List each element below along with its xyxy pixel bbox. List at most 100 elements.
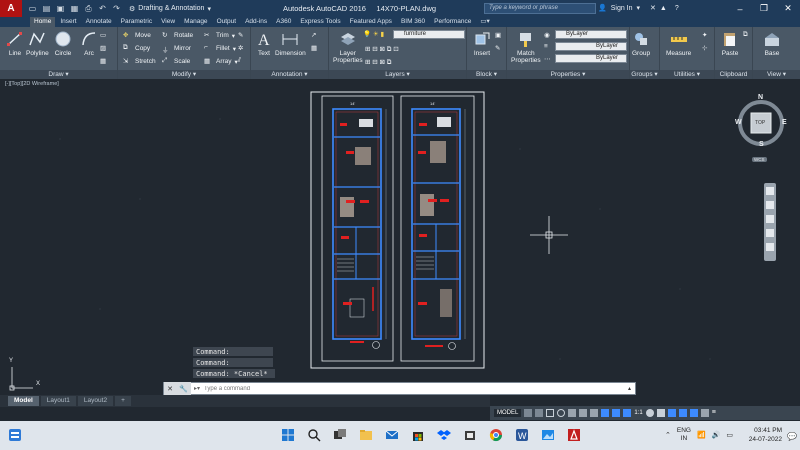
circle-button[interactable]: Circle (54, 30, 72, 57)
save-icon[interactable]: ▣ (56, 4, 65, 13)
panel-label-utilities[interactable]: Utilities ▾ (660, 70, 714, 79)
undo-icon[interactable]: ↶ (98, 4, 107, 13)
tab-manage[interactable]: Manage (180, 17, 212, 27)
dimension-button[interactable]: Dimension (275, 30, 306, 57)
copy-button[interactable]: ⧉ Copy (123, 44, 150, 53)
layer-properties-button[interactable]: Layer Properties (333, 30, 363, 64)
open-file-icon[interactable]: ▤ (42, 4, 51, 13)
file-explorer-icon[interactable] (359, 428, 373, 442)
onedrive-icon[interactable] (463, 428, 477, 442)
copy-clip-icon[interactable]: ⧉ (743, 31, 748, 39)
speaker-icon[interactable]: 🔊 (712, 431, 721, 439)
a360-icon[interactable]: ▲ (660, 5, 667, 12)
clean-screen-icon[interactable] (700, 409, 709, 417)
panel-label-clipboard[interactable]: Clipboard (715, 70, 752, 79)
tab-output[interactable]: Output (213, 17, 241, 27)
dropbox-icon[interactable] (437, 428, 451, 442)
steering-wheel-icon[interactable] (766, 187, 774, 195)
tab-performance[interactable]: Performance (430, 17, 475, 27)
new-file-icon[interactable]: ▭ (28, 4, 37, 13)
panel-label-groups[interactable]: Groups ▾ (630, 70, 659, 79)
windows-start-icon[interactable] (281, 428, 295, 442)
fillet-button[interactable]: ⌐ Fillet ▾ (204, 44, 236, 53)
wifi-icon[interactable]: 📶 (697, 431, 706, 439)
restore-button[interactable]: ❐ (752, 0, 776, 17)
pan-icon[interactable] (766, 201, 774, 209)
tab-layout2[interactable]: Layout2 (77, 396, 114, 406)
lineweight-toggle-icon[interactable] (590, 409, 599, 417)
compass-east[interactable]: E (782, 119, 787, 126)
wcs-menu[interactable]: WCS (752, 157, 767, 162)
scale-button[interactable]: ⤢ Scale (162, 57, 190, 66)
panel-label-draw[interactable]: Draw ▾ (0, 70, 117, 79)
plus-icon[interactable] (656, 409, 665, 417)
battery-icon[interactable]: ▭ (726, 431, 733, 439)
panel-label-layers[interactable]: Layers ▾ (329, 70, 466, 79)
sign-in-button[interactable]: 👤 Sign In ▾ ✕ ▲ ? (598, 4, 679, 13)
rectangle-icon[interactable]: ▭ (100, 31, 106, 39)
close-icon[interactable]: ✕ (167, 385, 173, 393)
command-history-toggle-icon[interactable]: ▴ (628, 385, 631, 392)
tab-parametric[interactable]: Parametric (117, 17, 156, 27)
lineweight-dropdown[interactable]: ByLayer (555, 42, 627, 51)
save-as-icon[interactable]: ▦ (70, 4, 79, 13)
layer-dropdown[interactable]: furniture (393, 30, 465, 39)
ortho-icon[interactable] (546, 409, 555, 417)
edit-block-icon[interactable]: ✎ (495, 44, 500, 52)
isolate-icon[interactable] (678, 409, 687, 417)
word-icon[interactable]: W (515, 428, 529, 442)
erase-icon[interactable]: ✎ (238, 31, 243, 39)
autocad-taskbar-icon[interactable] (567, 428, 581, 442)
search-input[interactable]: Type a keyword or phrase (484, 3, 596, 14)
tab-express-tools[interactable]: Express Tools (296, 17, 344, 27)
selection-cycling-icon[interactable] (612, 409, 621, 417)
text-button[interactable]: A Text (255, 30, 273, 57)
panel-label-annotation[interactable]: Annotation ▾ (251, 70, 328, 79)
mail-icon[interactable] (385, 428, 399, 442)
base-button[interactable]: Base (763, 30, 781, 57)
compass-north[interactable]: N (758, 94, 763, 101)
ribbon-minimize-icon[interactable]: ▭▾ (476, 17, 493, 27)
rotate-button[interactable]: ↻ Rotate (162, 31, 193, 40)
match-properties-button[interactable]: Match Properties (511, 30, 541, 64)
add-layout-icon[interactable]: + (115, 396, 131, 406)
drawing-area[interactable]: [-][Top][2D Wireframe] 14' 14' Y X (0, 79, 800, 394)
measure-button[interactable]: Measure (666, 30, 691, 57)
move-button[interactable]: ✥ Move (123, 31, 151, 40)
clock[interactable]: 03:41 PM 24-07-2022 (749, 426, 782, 444)
id-point-icon[interactable]: ⊹ (702, 44, 707, 52)
grid-icon[interactable] (524, 409, 533, 417)
arc-button[interactable]: Arc (80, 30, 98, 57)
model-space-toggle[interactable]: MODEL (494, 409, 522, 417)
orbit-icon[interactable] (766, 229, 774, 237)
command-input[interactable] (200, 383, 628, 394)
mirror-button[interactable]: ⏚ Mirror (162, 44, 191, 54)
tab-annotate[interactable]: Annotate (82, 17, 116, 27)
hatch-icon[interactable]: ▨ (100, 44, 106, 52)
close-button[interactable]: ✕ (776, 0, 800, 17)
trim-button[interactable]: ✂ Trim ▾ (204, 31, 235, 40)
annotation-visibility-icon[interactable] (623, 409, 632, 417)
viewcube-top-face[interactable]: TOP (755, 120, 765, 126)
polar-icon[interactable] (557, 409, 566, 417)
language-indicator[interactable]: ENG IN (677, 427, 691, 443)
workspace-gear-icon[interactable] (667, 409, 676, 417)
snap-icon[interactable] (535, 409, 544, 417)
polyline-button[interactable]: Polyline (26, 30, 49, 57)
showmotion-icon[interactable] (766, 243, 774, 251)
layer-state-icons[interactable]: 💡 ☀ ▮ (363, 30, 384, 38)
panel-label-view[interactable]: View ▾ (753, 70, 800, 79)
viewcube[interactable]: N S E W TOP WCS (734, 94, 788, 162)
layer-tools-icons[interactable]: ⊞ ⊟ ⊠ ⧉ ⊡ (365, 45, 399, 54)
wrench-icon[interactable]: 🔧 (179, 385, 188, 393)
zoom-extents-icon[interactable] (766, 215, 774, 223)
otrack-icon[interactable] (579, 409, 588, 417)
hardware-accel-icon[interactable] (689, 409, 698, 417)
notification-icon[interactable]: 💬 (787, 432, 797, 441)
group-button[interactable]: Group (632, 30, 650, 57)
help-icon[interactable]: ? (675, 5, 679, 12)
tab-model[interactable]: Model (8, 396, 39, 406)
workspace-switcher[interactable]: ⚙ Drafting & Annotation ▾ (129, 5, 211, 13)
panel-label-block[interactable]: Block ▾ (467, 70, 506, 79)
tab-add-ins[interactable]: Add-ins (241, 17, 271, 27)
